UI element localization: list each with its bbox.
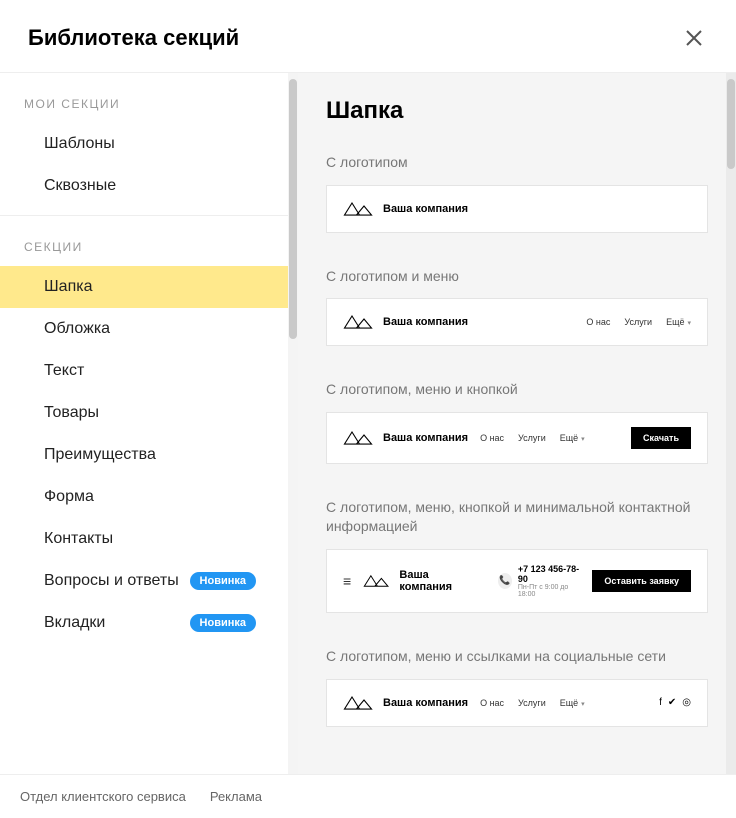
content-title: Шапка (326, 97, 708, 125)
logo-icon (343, 429, 373, 447)
section-label: С логотипом, меню и кнопкой (326, 380, 708, 400)
nav-link-more: Ещё (560, 433, 585, 443)
sidebar-item-text[interactable]: Текст (0, 350, 298, 392)
footer: Отдел клиентского сервиса Реклама (0, 774, 736, 818)
sidebar-item-cover[interactable]: Обложка (0, 308, 298, 350)
sidebar-item-label: Товары (44, 404, 99, 422)
company-name: Ваша компания (399, 569, 473, 593)
sidebar-item-contacts[interactable]: Контакты (0, 518, 298, 560)
nav-links: О нас Услуги Ещё (480, 698, 585, 708)
sidebar-item-label: Сквозные (44, 177, 116, 195)
section-group: С логотипом, меню, кнопкой и минимальной… (326, 498, 708, 613)
request-button: Оставить заявку (592, 570, 691, 592)
nav-link-more: Ещё (560, 698, 585, 708)
logo-icon (363, 572, 389, 590)
logo-icon (343, 200, 373, 218)
section-label: С логотипом (326, 153, 708, 173)
sidebar-group-label-my: МОИ СЕКЦИИ (0, 73, 298, 123)
logo-wrap: Ваша компания (363, 569, 474, 593)
sidebar-item-label: Шапка (44, 278, 92, 296)
sidebar-item-products[interactable]: Товары (0, 392, 298, 434)
nav-link-about: О нас (480, 698, 504, 708)
sidebar-item-global[interactable]: Сквозные (0, 165, 298, 207)
content-panel: Шапка С логотипом Ваша компания С логоти… (298, 73, 736, 790)
company-name: Ваша компания (383, 697, 468, 709)
preview-card-logo-menu-button[interactable]: Ваша компания О нас Услуги Ещё Скачать (326, 412, 708, 464)
logo-icon (343, 694, 373, 712)
download-button: Скачать (631, 427, 691, 449)
modal-title: Библиотека секций (28, 25, 239, 51)
section-label: С логотипом, меню, кнопкой и минимальной… (326, 498, 708, 537)
new-badge: Новинка (190, 614, 256, 632)
nav-link-services: Услуги (624, 317, 652, 327)
section-group: С логотипом, меню и ссылками на социальн… (326, 647, 708, 727)
nav-links: О нас Услуги Ещё (586, 317, 691, 327)
close-icon (684, 28, 704, 48)
nav-link-services: Услуги (518, 698, 546, 708)
sidebar: МОИ СЕКЦИИ Шаблоны Сквозные СЕКЦИИ Шапка… (0, 73, 298, 790)
preview-card-logo-menu-button-contact[interactable]: ≡ Ваша компания 📞 +7 123 456-78-90 Пн-Пт… (326, 549, 708, 613)
footer-link-ads[interactable]: Реклама (210, 789, 262, 804)
sidebar-scrollbar-track (288, 73, 298, 790)
logo-wrap: Ваша компания (343, 313, 468, 331)
section-label: С логотипом, меню и ссылками на социальн… (326, 647, 708, 667)
phone-icon: 📞 (498, 573, 512, 589)
sidebar-scrollbar-thumb[interactable] (289, 79, 297, 339)
sidebar-item-label: Шаблоны (44, 135, 115, 153)
logo-wrap: Ваша компания (343, 694, 468, 712)
logo-icon (343, 313, 373, 331)
social-icons: f ✔ ◎ (659, 697, 691, 708)
section-group: С логотипом, меню и кнопкой Ваша компани… (326, 380, 708, 464)
modal-header: Библиотека секций (0, 0, 736, 72)
preview-card-logo-menu-social[interactable]: Ваша компания О нас Услуги Ещё f ✔ ◎ (326, 679, 708, 727)
nav-link-about: О нас (480, 433, 504, 443)
content-scrollbar-track (726, 73, 736, 790)
sidebar-item-label: Контакты (44, 530, 113, 548)
sidebar-item-label: Текст (44, 362, 84, 380)
phone-hours: Пн-Пт с 9:00 до 18:00 (518, 584, 581, 598)
sidebar-item-form[interactable]: Форма (0, 476, 298, 518)
nav-link-more: Ещё (666, 317, 691, 327)
close-button[interactable] (680, 24, 708, 52)
sidebar-item-label: Форма (44, 488, 94, 506)
logo-wrap: Ваша компания (343, 429, 468, 447)
sidebar-item-benefits[interactable]: Преимущества (0, 434, 298, 476)
instagram-icon: ◎ (682, 697, 691, 708)
sidebar-item-label: Обложка (44, 320, 110, 338)
phone-text: +7 123 456-78-90 Пн-Пт с 9:00 до 18:00 (518, 564, 581, 598)
section-label: С логотипом и меню (326, 267, 708, 287)
sidebar-item-label: Вкладки (44, 614, 105, 632)
sidebar-item-header[interactable]: Шапка (0, 266, 298, 308)
company-name: Ваша компания (383, 432, 468, 444)
facebook-icon: f (659, 697, 662, 708)
phone-block: 📞 +7 123 456-78-90 Пн-Пт с 9:00 до 18:00 (498, 564, 581, 598)
phone-number: +7 123 456-78-90 (518, 564, 581, 584)
sidebar-item-label: Преимущества (44, 446, 156, 464)
preview-card-logo-menu[interactable]: Ваша компания О нас Услуги Ещё (326, 298, 708, 346)
sidebar-item-label: Вопросы и ответы (44, 572, 179, 590)
sidebar-group-label-sections: СЕКЦИИ (0, 216, 298, 266)
sidebar-item-tabs[interactable]: Вкладки Новинка (0, 602, 298, 644)
new-badge: Новинка (190, 572, 256, 590)
sidebar-item-templates[interactable]: Шаблоны (0, 123, 298, 165)
preview-card-logo[interactable]: Ваша компания (326, 185, 708, 233)
section-group: С логотипом Ваша компания (326, 153, 708, 233)
vk-icon: ✔ (668, 697, 676, 708)
section-group: С логотипом и меню Ваша компания О нас У… (326, 267, 708, 347)
modal-body: МОИ СЕКЦИИ Шаблоны Сквозные СЕКЦИИ Шапка… (0, 72, 736, 790)
logo-wrap: Ваша компания (343, 200, 468, 218)
nav-link-about: О нас (586, 317, 610, 327)
sidebar-item-faq[interactable]: Вопросы и ответы Новинка (0, 560, 298, 602)
content-scrollbar-thumb[interactable] (727, 79, 735, 169)
company-name: Ваша компания (383, 203, 468, 215)
company-name: Ваша компания (383, 316, 468, 328)
hamburger-icon: ≡ (343, 573, 351, 589)
nav-links: О нас Услуги Ещё (480, 433, 585, 443)
footer-link-support[interactable]: Отдел клиентского сервиса (20, 789, 186, 804)
nav-link-services: Услуги (518, 433, 546, 443)
